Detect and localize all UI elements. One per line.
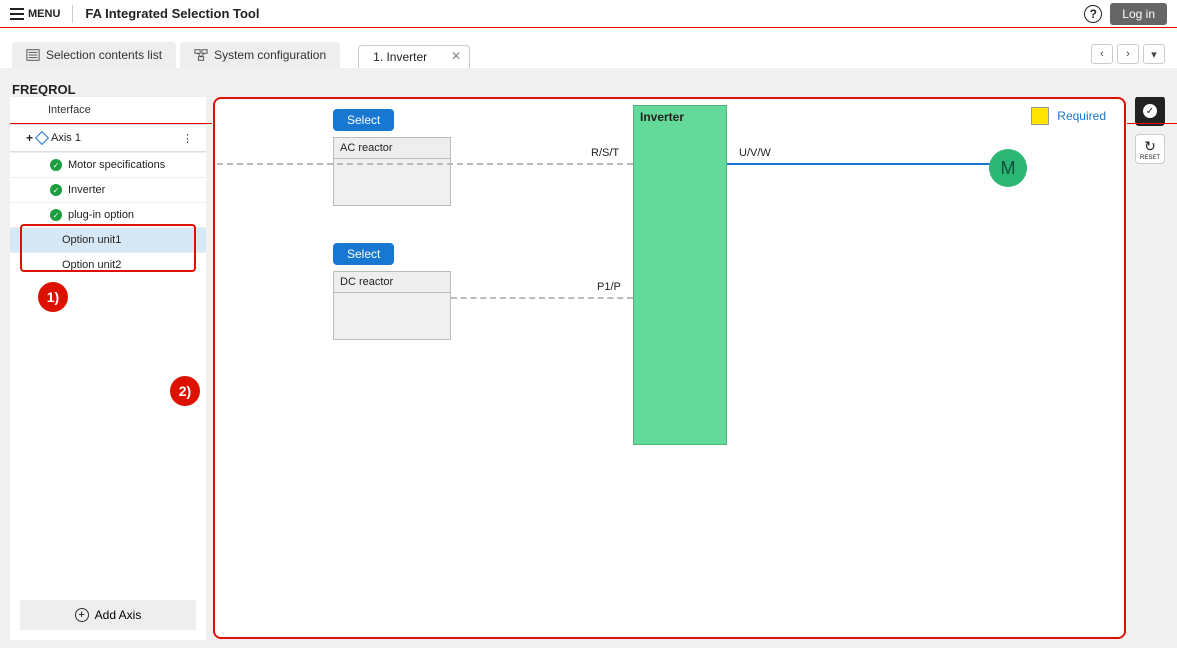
ac-reactor-box[interactable]: AC reactor [333, 137, 451, 206]
annotation-badge-1: 1) [38, 282, 68, 312]
inverter-label: Inverter [634, 106, 726, 128]
menu-label: MENU [28, 8, 60, 20]
tree-label: Axis 1 [51, 132, 81, 144]
tree-label: Interface [48, 104, 91, 116]
reset-button[interactable]: ↻ RESET [1135, 134, 1165, 164]
legend-label: Required [1057, 109, 1106, 123]
tree-label: Motor specifications [68, 159, 165, 171]
help-icon[interactable]: ? [1084, 5, 1102, 23]
expand-icon[interactable]: + [26, 131, 33, 145]
main-area: Interface + Axis 1 ⋮ ✓ Motor specificati… [0, 68, 1177, 648]
reset-icon: ↻ [1144, 138, 1156, 155]
required-swatch-icon [1031, 107, 1049, 125]
config-icon [194, 48, 208, 62]
legend-required: Required [1031, 107, 1106, 125]
dc-reactor-group: Select DC reactor [333, 243, 451, 340]
motor-node[interactable]: M [989, 149, 1027, 187]
check-icon: ✓ [50, 159, 62, 171]
dc-reactor-label: DC reactor [334, 272, 450, 293]
annotation-frame-1 [20, 224, 196, 272]
plus-icon: + [75, 608, 89, 622]
menu-button[interactable]: MENU [10, 5, 73, 23]
tree-axis1[interactable]: + Axis 1 ⋮ [10, 124, 206, 152]
dc-reactor-box[interactable]: DC reactor [333, 271, 451, 340]
line-p1p [451, 297, 633, 299]
tree-motor-spec[interactable]: ✓ Motor specifications [10, 152, 206, 177]
check-icon: ✓ [50, 209, 62, 221]
list-icon [26, 48, 40, 62]
tab-label: System configuration [214, 48, 326, 62]
menu-icon [10, 8, 24, 20]
label-uvw: U/V/W [739, 147, 771, 159]
tab-next-button[interactable]: › [1117, 44, 1139, 64]
app-title: FA Integrated Selection Tool [73, 6, 259, 21]
add-axis-button[interactable]: + Add Axis [20, 600, 196, 630]
diamond-icon [35, 131, 49, 145]
check-icon: ✓ [50, 184, 62, 196]
inverter-block[interactable]: Inverter [633, 105, 727, 445]
ac-reactor-group: Select AC reactor [333, 109, 451, 206]
tree-label: plug-in option [68, 209, 134, 221]
tab-selection-contents[interactable]: Selection contents list [12, 42, 176, 68]
motor-label: M [1001, 158, 1016, 179]
add-axis-label: Add Axis [95, 608, 142, 622]
reset-label: RESET [1140, 155, 1160, 161]
annotation-badge-2: 2) [170, 376, 200, 406]
line-uvw [727, 163, 991, 165]
label-rst: R/S/T [591, 147, 619, 159]
tab-system-config[interactable]: System configuration [180, 42, 340, 68]
app-header: MENU FA Integrated Selection Tool ? Log … [0, 0, 1177, 28]
login-button[interactable]: Log in [1110, 3, 1167, 25]
tree-panel: Interface + Axis 1 ⋮ ✓ Motor specificati… [10, 96, 206, 640]
more-icon[interactable]: ⋮ [182, 132, 198, 145]
tab-label: 1. Inverter [373, 50, 427, 64]
right-toolbar: ✓ ↻ RESET [1135, 96, 1169, 640]
tab-label: Selection contents list [46, 48, 162, 62]
line-rst [217, 163, 633, 165]
close-icon[interactable]: ✕ [451, 49, 461, 63]
tree-inverter[interactable]: ✓ Inverter [10, 177, 206, 202]
tab-dropdown-button[interactable]: ▾ [1143, 44, 1165, 64]
label-p1p: P1/P [597, 281, 621, 293]
select-dc-button[interactable]: Select [333, 243, 394, 265]
tab-row: Selection contents list System configura… [0, 28, 1177, 68]
tab-inverter-active[interactable]: 1. Inverter ✕ [358, 45, 470, 68]
select-ac-button[interactable]: Select [333, 109, 394, 131]
ac-reactor-label: AC reactor [334, 138, 450, 159]
page-title: FREQROL [12, 82, 76, 97]
tree-label: Inverter [68, 184, 105, 196]
diagram-canvas[interactable]: Required Select AC reactor Select DC rea… [212, 96, 1127, 640]
tab-prev-button[interactable]: ‹ [1091, 44, 1113, 64]
